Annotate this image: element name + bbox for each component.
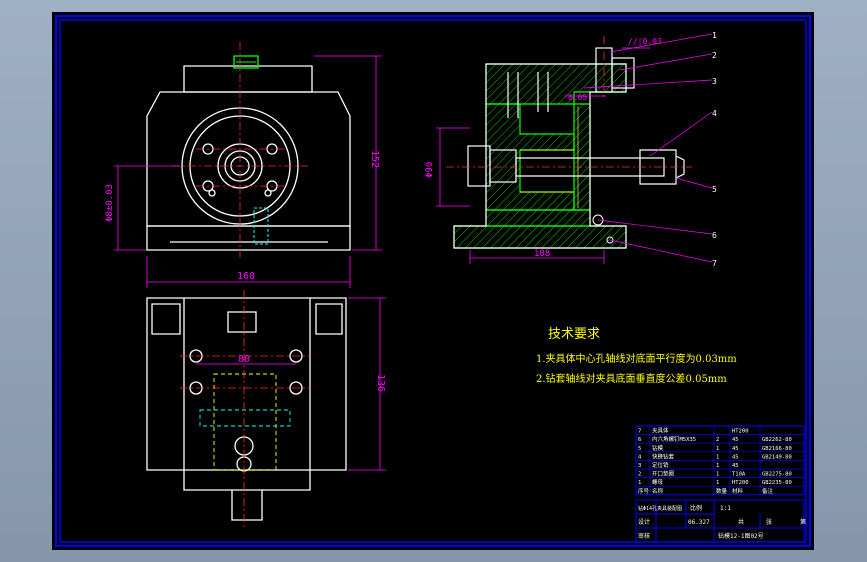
bom-cell-name: 夹具体 bbox=[652, 427, 669, 435]
tb-checker-label: 审核 bbox=[638, 532, 650, 540]
bom-cell-no: 序号 bbox=[638, 487, 650, 495]
bom-cell-qty: 1 bbox=[716, 472, 719, 478]
balloon-3: 3 bbox=[712, 77, 717, 86]
balloon-6: 6 bbox=[712, 231, 717, 240]
bom-cell-name: 开口垫圈 bbox=[652, 470, 675, 478]
bom-cell-material: 45 bbox=[732, 454, 739, 460]
bom-cell-material: T10A bbox=[732, 472, 746, 478]
bom-cell-qty: 2 bbox=[716, 437, 719, 443]
bom-cell-name: 钻模 bbox=[652, 444, 664, 452]
bom-cell-std: GB2166-80 bbox=[762, 446, 792, 452]
bom-cell-name: 内六角螺钉M5X35 bbox=[652, 435, 696, 443]
bom-cell-qty: 1 bbox=[716, 463, 719, 469]
balloon-4: 4 bbox=[712, 109, 717, 118]
bom-cell-no: 6 bbox=[638, 437, 641, 443]
bom-cell-std: GB2235-80 bbox=[762, 480, 792, 486]
bom-cell-material: 45 bbox=[732, 446, 739, 452]
balloon-7: 7 bbox=[712, 259, 717, 268]
bom-cell-qty: 1 bbox=[716, 480, 719, 486]
tb-part-no: 钻模12-1图02号 bbox=[718, 532, 764, 540]
bom-cell-name: 螺母 bbox=[652, 478, 664, 486]
tb-drawing-title: 钻Φ14孔夹具装配图 bbox=[638, 505, 682, 512]
bom-cell-qty: 数量 bbox=[716, 487, 728, 495]
bom-cell-no: 2 bbox=[638, 472, 641, 478]
top-hole-dim: 80 bbox=[238, 354, 250, 365]
bom-cell-name: 快换钻套 bbox=[652, 452, 675, 460]
bom-cell-name: 定位销 bbox=[652, 461, 669, 469]
bom-cell-std: GB2275-80 bbox=[762, 472, 792, 478]
bom-cell-name: 名称 bbox=[652, 487, 664, 495]
bom-cell-no: 1 bbox=[638, 480, 641, 486]
bom-cell-std: GB2262-80 bbox=[762, 437, 792, 443]
front-width-dim: 160 bbox=[237, 271, 255, 282]
bom-cell-std: 备注 bbox=[762, 487, 774, 495]
bom-cell-no: 7 bbox=[638, 429, 641, 435]
top-height-dim: 136 bbox=[375, 374, 386, 392]
bom-cell-no: 3 bbox=[638, 463, 641, 469]
bom-cell-std: GB2149-80 bbox=[762, 454, 792, 460]
side-len-dim: 108 bbox=[534, 249, 550, 259]
perp-tol: 0.05 bbox=[568, 93, 587, 102]
tb-designer-label: 设计 bbox=[638, 518, 650, 526]
balloon-1: 1 bbox=[712, 31, 717, 40]
front-dia-dim: Φ8±0.03 bbox=[105, 184, 115, 222]
tb-scale-label: 比例 bbox=[690, 504, 702, 512]
bom-cell-material: 45 bbox=[732, 437, 739, 443]
tb-sheet-label: 共 bbox=[738, 518, 744, 526]
front-height-dim: 152 bbox=[369, 150, 380, 168]
bom-cell-material: HT200 bbox=[732, 429, 749, 435]
balloon-2: 2 bbox=[712, 51, 717, 60]
tb-scale-value: 1:1 bbox=[720, 505, 731, 512]
bom-cell-material: HT200 bbox=[732, 480, 749, 486]
parallel-tol: //|0.03 bbox=[628, 37, 662, 46]
tb-designer-date: 06.327 bbox=[688, 519, 710, 526]
balloon-5: 5 bbox=[712, 185, 717, 194]
bom-cell-qty: 1 bbox=[716, 454, 719, 460]
cad-drawing-sheet: 152 Φ8±0.03 160 Φ90 108 //|0.03 0.05 1 2… bbox=[52, 12, 814, 550]
bom-cell-material: 材料 bbox=[732, 487, 744, 495]
tb-sheet-label2: 张 bbox=[766, 518, 772, 526]
tech-req-item-1: 1.夹具体中心孔轴线对底面平行度为0.03mm bbox=[536, 352, 737, 365]
side-dia-dim: Φ90 bbox=[425, 162, 435, 178]
bom-cell-material: 45 bbox=[732, 463, 739, 469]
bom-cell-qty: 1 bbox=[716, 446, 719, 452]
tech-req-item-2: 2.钻套轴线对夹具底面垂直度公差0.05mm bbox=[536, 372, 727, 385]
tb-side-label: 第 bbox=[800, 518, 806, 526]
tech-req-title: 技术要求 bbox=[548, 327, 600, 342]
bom-cell-no: 5 bbox=[638, 446, 641, 452]
